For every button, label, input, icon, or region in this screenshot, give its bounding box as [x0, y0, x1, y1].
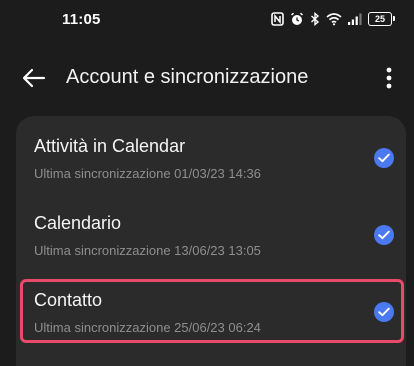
alarm-icon	[290, 12, 304, 25]
sync-item-attivita-calendar[interactable]: Attività in Calendar Ultima sincronizzaz…	[16, 136, 406, 208]
sync-list-card: Attività in Calendar Ultima sincronizzaz…	[16, 116, 406, 366]
sync-checkbox[interactable]	[374, 302, 394, 322]
sync-item-title: Contatto	[34, 290, 103, 310]
sync-item-subtitle: Ultima sincronizzazione 13/06/23 13:05	[34, 243, 261, 258]
sync-item-subtitle: Ultima sincronizzazione 25/06/23 06:24	[34, 320, 261, 335]
wifi-icon	[326, 13, 342, 26]
status-icons: 25	[271, 12, 395, 26]
bluetooth-icon	[311, 12, 320, 26]
app-bar: Account e sincronizzazione	[0, 52, 414, 102]
battery-icon: 25	[368, 12, 395, 26]
arrow-left-icon	[22, 68, 46, 88]
status-bar: 11:05 25	[0, 0, 414, 42]
signal-icon	[348, 13, 362, 25]
status-time: 11:05	[62, 11, 101, 28]
sync-item-contatto[interactable]: Contatto Ultima sincronizzazione 25/06/2…	[16, 290, 406, 362]
sync-checkbox[interactable]	[374, 148, 394, 168]
check-icon	[378, 153, 390, 163]
sync-item-calendario[interactable]: Calendario Ultima sincronizzazione 13/06…	[16, 213, 406, 285]
back-button[interactable]	[20, 64, 48, 92]
nfc-icon	[271, 12, 284, 26]
more-vertical-icon	[386, 67, 392, 89]
sync-item-title: Calendario	[34, 213, 122, 233]
more-options-button[interactable]	[378, 64, 400, 92]
sync-checkbox[interactable]	[374, 225, 394, 245]
check-icon	[378, 307, 390, 317]
page-title: Account e sincronizzazione	[66, 66, 309, 88]
sync-item-title: Attività in Calendar	[34, 136, 186, 156]
check-icon	[378, 230, 390, 240]
sync-item-subtitle: Ultima sincronizzazione 01/03/23 14:36	[34, 166, 261, 181]
